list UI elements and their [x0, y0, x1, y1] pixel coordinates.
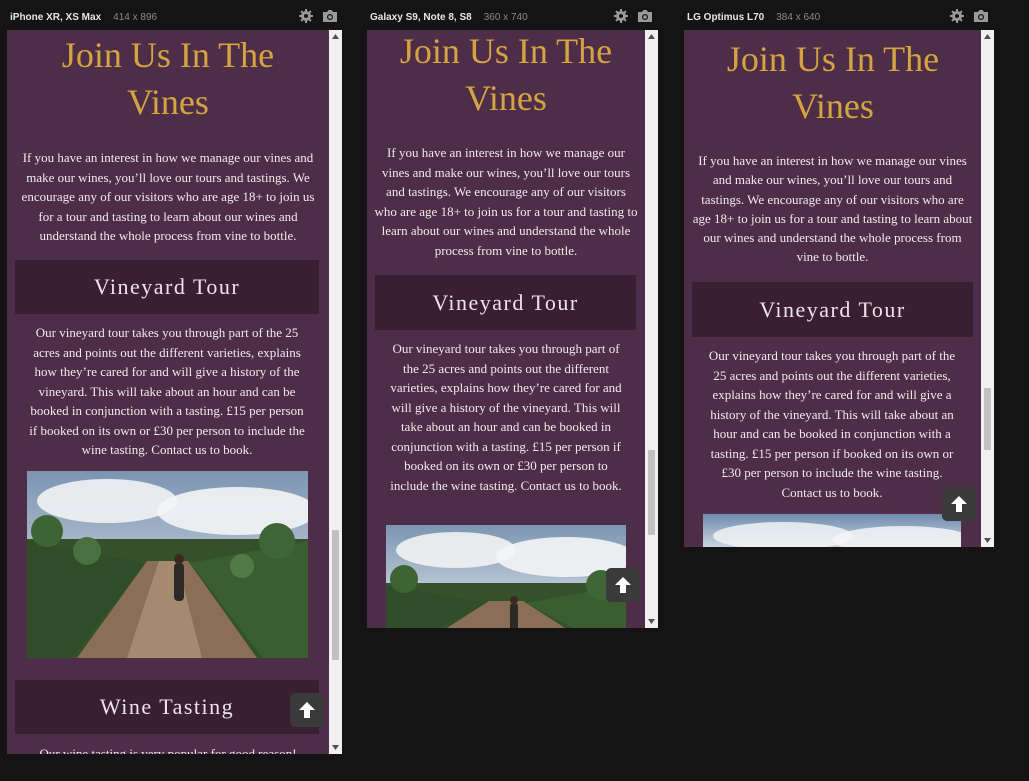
section-title: Vineyard Tour — [432, 289, 579, 315]
section-title: Wine Tasting — [99, 694, 235, 719]
device-header: Galaxy S9, Note 8, S8 360 x 740 — [370, 8, 528, 26]
scrollbar-thumb[interactable] — [984, 388, 991, 450]
device-toolbar — [613, 8, 653, 24]
section-header-vineyard-tour: Vineyard Tour — [375, 275, 636, 330]
section-header-vineyard-tour: Vineyard Tour — [15, 260, 319, 314]
section-title: Vineyard Tour — [759, 296, 906, 322]
scroll-down-arrow-icon[interactable] — [645, 615, 658, 628]
device-toolbar — [949, 8, 989, 24]
device-viewport[interactable]: Join Us In The Vines If you have an inte… — [7, 30, 342, 754]
scrollbar[interactable] — [329, 30, 342, 754]
tour-paragraph: Our vineyard tour takes you through part… — [708, 348, 956, 500]
device-header: LG Optimus L70 384 x 640 — [687, 8, 820, 26]
device-viewport[interactable]: Join Us In The Vines If you have an inte… — [367, 30, 658, 628]
intro-paragraph: If you have an interest in how we manage… — [374, 145, 638, 258]
scrollbar-thumb[interactable] — [332, 530, 339, 660]
device-dimensions: 384 x 640 — [776, 11, 821, 23]
scrollbar-thumb[interactable] — [648, 450, 655, 535]
section-header-wine-tasting: Wine Tasting — [15, 680, 319, 734]
hero-title: Join Us In The Vines — [726, 39, 940, 126]
device-dimensions: 414 x 896 — [113, 11, 158, 23]
scroll-down-arrow-icon[interactable] — [329, 741, 342, 754]
device-header: iPhone XR, XS Max 414 x 896 — [10, 8, 157, 26]
device-name: iPhone XR, XS Max — [10, 11, 102, 23]
scroll-up-arrow-icon[interactable] — [329, 30, 342, 43]
arrow-up-icon — [615, 577, 631, 593]
section-title: Vineyard Tour — [93, 274, 241, 299]
scroll-up-arrow-icon[interactable] — [981, 30, 994, 43]
page-content: Join Us In The Vines If you have an inte… — [7, 30, 329, 754]
vineyard-image — [386, 525, 626, 628]
scroll-down-arrow-icon[interactable] — [981, 534, 994, 547]
gear-icon[interactable] — [613, 8, 629, 24]
intro-paragraph: If you have an interest in how we manage… — [21, 150, 315, 243]
vineyard-photo — [703, 514, 961, 547]
scroll-up-arrow-icon[interactable] — [645, 30, 658, 43]
section-header-vineyard-tour: Vineyard Tour — [692, 282, 973, 337]
arrow-up-icon — [299, 702, 315, 718]
camera-icon[interactable] — [322, 8, 338, 24]
vineyard-photo — [27, 471, 308, 658]
tour-paragraph: Our vineyard tour takes you through part… — [29, 325, 305, 457]
vineyard-photo — [386, 525, 626, 628]
device-name: LG Optimus L70 — [687, 11, 765, 23]
gear-icon[interactable] — [949, 8, 965, 24]
gear-icon[interactable] — [298, 8, 314, 24]
device-toolbar — [298, 8, 338, 24]
page-content: Join Us In The Vines If you have an inte… — [367, 30, 645, 628]
device-name: Galaxy S9, Note 8, S8 — [370, 11, 472, 23]
back-to-top-button[interactable] — [606, 568, 640, 602]
arrow-up-icon — [951, 496, 967, 512]
hero-title: Join Us In The Vines — [61, 35, 275, 122]
scrollbar[interactable] — [981, 30, 994, 547]
tour-paragraph: Our vineyard tour takes you through part… — [390, 341, 622, 493]
device-viewport[interactable]: Join Us In The Vines If you have an inte… — [684, 30, 994, 547]
device-dimensions: 360 x 740 — [483, 11, 528, 23]
camera-icon[interactable] — [973, 8, 989, 24]
hero-title: Join Us In The Vines — [399, 31, 613, 118]
camera-icon[interactable] — [637, 8, 653, 24]
back-to-top-button[interactable] — [942, 487, 976, 521]
scrollbar[interactable] — [645, 30, 658, 628]
vineyard-image — [27, 471, 308, 658]
back-to-top-button[interactable] — [290, 693, 324, 727]
tasting-paragraph: Our wine tasting is very popular for goo… — [39, 746, 297, 754]
vineyard-image — [703, 514, 961, 547]
intro-paragraph: If you have an interest in how we manage… — [692, 153, 973, 265]
page-content: Join Us In The Vines If you have an inte… — [684, 30, 981, 547]
